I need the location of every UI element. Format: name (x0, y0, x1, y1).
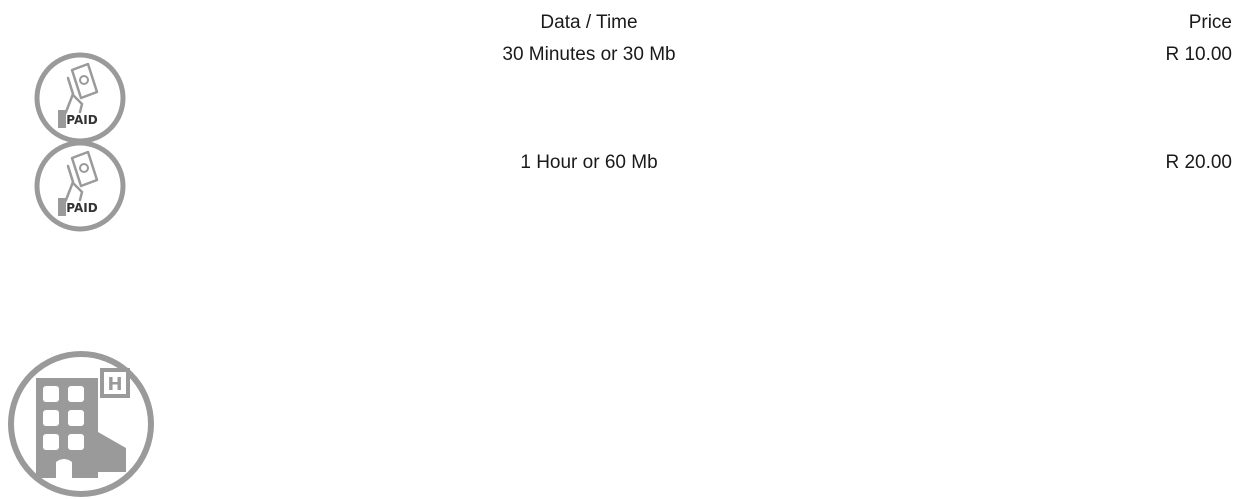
plan-cell: 1 Hour or 60 Mb (520, 152, 658, 173)
paid-icon-text: PAID (66, 113, 97, 127)
price-cell: R 20.00 (1165, 152, 1232, 173)
header-price: Price (1188, 12, 1232, 33)
paid-icon: PAID (34, 140, 126, 232)
hotel-icon: H (8, 351, 154, 497)
paid-icon: PAID (34, 52, 126, 144)
price-cell: R 10.00 (1165, 44, 1232, 65)
plan-cell: 30 Minutes or 30 Mb (502, 44, 676, 65)
paid-icon-text: PAID (66, 201, 97, 215)
header-data-time: Data / Time (540, 12, 638, 33)
hotel-sign-text: H (107, 374, 122, 395)
